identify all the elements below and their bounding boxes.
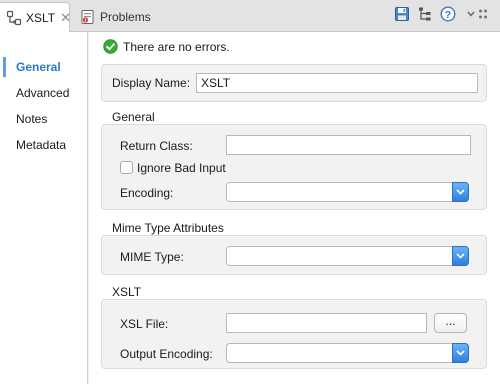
xslt-section-title: XSLT — [112, 285, 142, 299]
tab-problems[interactable]: Problems — [76, 2, 151, 32]
ignore-bad-input-checkbox[interactable] — [120, 161, 133, 174]
encoding-label: Encoding: — [120, 186, 174, 200]
nav-item-label: Metadata — [16, 138, 67, 152]
nav-item-general[interactable]: General — [0, 54, 87, 80]
chevron-down-icon[interactable] — [452, 246, 469, 266]
chevron-down-icon — [467, 9, 487, 19]
properties-content: There are no errors. Display Name: XSLT … — [89, 32, 500, 384]
nav-item-notes[interactable]: Notes — [0, 106, 87, 132]
mime-type-combo[interactable] — [226, 246, 469, 266]
tab-xslt-label: XSLT — [26, 11, 56, 25]
nav-item-metadata[interactable]: Metadata — [0, 132, 87, 158]
tab-problems-label: Problems — [100, 10, 151, 24]
save-icon[interactable] — [394, 6, 410, 22]
mime-type-label: MIME Type: — [120, 250, 184, 264]
general-section-title: General — [112, 110, 155, 124]
general-panel: Return Class: Ignore Bad Input Encoding: — [101, 124, 487, 210]
tab-xslt[interactable]: XSLT ✕ — [0, 2, 71, 33]
output-encoding-combo[interactable] — [226, 343, 469, 363]
nav-item-label: Advanced — [16, 86, 70, 100]
xslt-panel: XSL File: ... Output Encoding: — [101, 299, 487, 369]
close-icon[interactable]: ✕ — [60, 10, 71, 26]
nav-item-label: General — [16, 60, 61, 74]
encoding-combo[interactable] — [226, 182, 469, 202]
editor-toolbar: ? — [394, 5, 456, 23]
display-name-panel: Display Name: XSLT — [101, 64, 487, 102]
display-name-field[interactable]: XSLT — [196, 73, 478, 93]
mime-panel: MIME Type: — [101, 235, 487, 275]
browse-button[interactable]: ... — [434, 313, 467, 333]
chevron-down-icon[interactable] — [452, 182, 469, 202]
nav-item-label: Notes — [16, 112, 48, 126]
svg-text:?: ? — [445, 9, 451, 21]
help-icon[interactable]: ? — [440, 6, 456, 22]
editor-tab-bar: XSLT ✕ Problems ? — [0, 0, 500, 33]
return-class-field[interactable] — [226, 135, 471, 155]
mime-section-title: Mime Type Attributes — [112, 221, 224, 235]
properties-nav: General Advanced Notes Metadata — [0, 32, 88, 384]
display-name-label: Display Name: — [112, 76, 191, 90]
nav-item-advanced[interactable]: Advanced — [0, 80, 87, 106]
problems-icon — [80, 9, 96, 25]
hierarchy-icon[interactable] — [417, 6, 433, 22]
xslt-transform-icon — [6, 10, 22, 26]
return-class-label: Return Class: — [120, 139, 193, 153]
view-menu-button[interactable] — [462, 4, 492, 24]
validation-status: There are no errors. — [103, 39, 230, 54]
output-encoding-label: Output Encoding: — [120, 347, 213, 361]
ignore-bad-input-label: Ignore Bad Input — [137, 161, 226, 175]
check-circle-icon — [103, 39, 118, 54]
xsl-file-label: XSL File: — [120, 317, 169, 331]
xsl-file-field[interactable] — [226, 313, 427, 333]
status-text: There are no errors. — [123, 39, 230, 54]
chevron-down-icon[interactable] — [452, 343, 469, 363]
